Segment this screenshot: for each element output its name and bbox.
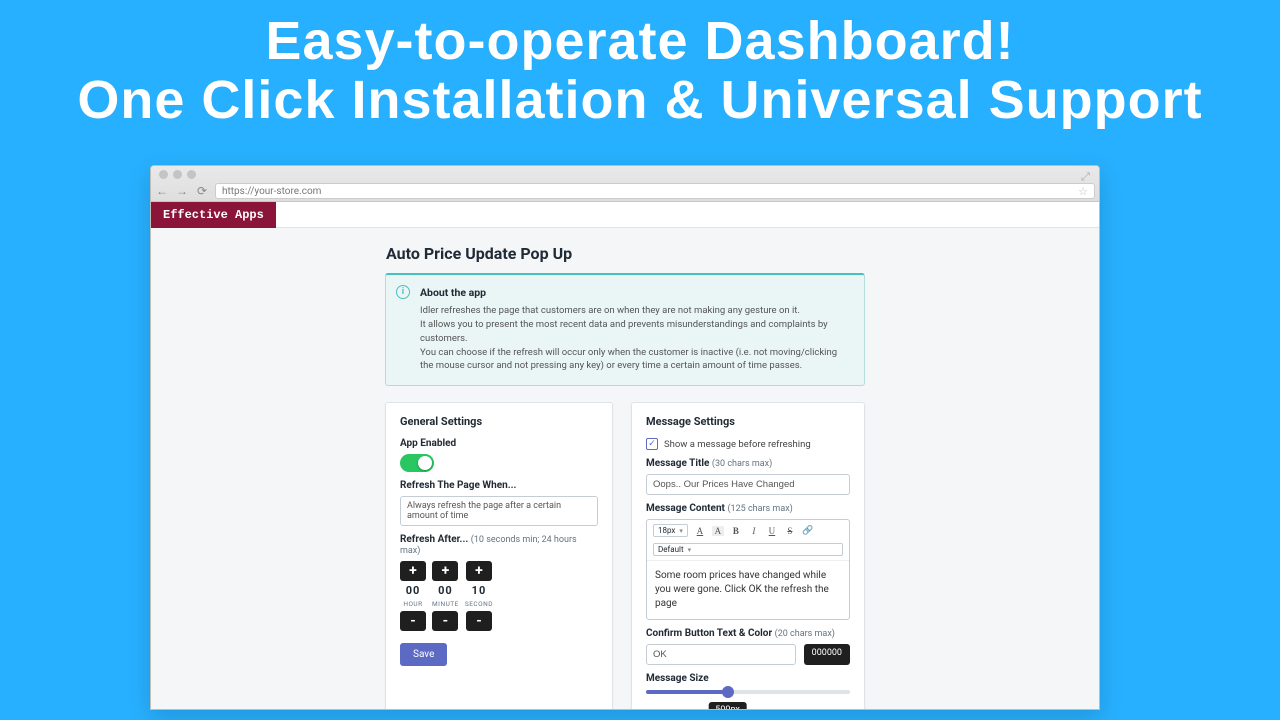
browser-chrome: ⤢ ← → ⟳ https://your-store.com ☆ — [151, 166, 1099, 202]
caret-icon: ▾ — [688, 546, 692, 554]
about-heading: About the app — [420, 285, 852, 300]
hour-unit: HOUR — [403, 600, 422, 608]
link-icon[interactable]: 🔗 — [802, 525, 814, 536]
confirm-label: Confirm Button Text & Color (20 chars ma… — [646, 628, 850, 639]
bookmark-star-icon[interactable]: ☆ — [1078, 185, 1088, 198]
general-save-button[interactable]: Save — [400, 643, 447, 666]
minute-value: 00 — [438, 584, 453, 597]
hero-line-1: Easy-to-operate Dashboard! — [0, 12, 1280, 71]
second-value: 10 — [472, 584, 487, 597]
time-picker: + 00 HOUR - + 00 MINUTE - + — [400, 561, 598, 631]
expand-icon[interactable]: ⤢ — [1081, 170, 1093, 182]
minimize-dot[interactable] — [173, 170, 182, 179]
app-topbar: Effective Apps — [151, 202, 1099, 228]
refresh-when-select[interactable]: Always refresh the page after a certain … — [400, 496, 598, 526]
underline-icon[interactable]: U — [766, 526, 778, 536]
about-line-3: You can choose if the refresh will occur… — [420, 346, 852, 374]
minute-plus-button[interactable]: + — [432, 561, 458, 581]
message-size-slider[interactable]: 500px — [646, 690, 850, 694]
hour-plus-button[interactable]: + — [400, 561, 426, 581]
slider-tooltip: 500px — [708, 702, 747, 709]
editor-toolbar: 18px▾ A A B I U S 🔗 Default▾ — [647, 520, 849, 561]
second-unit: SECOND — [465, 600, 493, 608]
message-title-input[interactable] — [646, 474, 850, 495]
font-family-select[interactable]: Default▾ — [653, 543, 843, 556]
minute-unit: MINUTE — [432, 600, 459, 608]
forward-icon[interactable]: → — [175, 184, 189, 198]
hero-line-2: One Click Installation & Universal Suppo… — [0, 71, 1280, 130]
refresh-when-label: Refresh The Page When... — [400, 480, 598, 491]
refresh-after-label: Refresh After... (10 seconds min; 24 hou… — [400, 534, 598, 556]
page-viewport: Effective Apps Auto Price Update Pop Up … — [151, 202, 1099, 709]
window-controls[interactable] — [159, 170, 196, 179]
slider-thumb[interactable] — [722, 686, 734, 698]
font-color-icon[interactable]: A — [694, 526, 706, 536]
rich-text-editor: 18px▾ A A B I U S 🔗 Default▾ S — [646, 519, 850, 620]
general-heading: General Settings — [400, 415, 598, 428]
brand-chip: Effective Apps — [151, 202, 276, 228]
toggle-knob — [418, 456, 432, 470]
hero-banner: Easy-to-operate Dashboard! One Click Ins… — [0, 0, 1280, 131]
address-url: https://your-store.com — [222, 185, 321, 198]
checkbox-icon: ✓ — [646, 438, 658, 450]
message-content-label: Message Content (125 chars max) — [646, 503, 850, 514]
app-enabled-toggle[interactable] — [400, 454, 434, 472]
hour-value: 00 — [406, 584, 421, 597]
message-size-label: Message Size — [646, 673, 850, 684]
about-banner: i About the app Idler refreshes the page… — [385, 273, 865, 386]
font-size-select[interactable]: 18px▾ — [653, 524, 688, 537]
editor-body[interactable]: Some room prices have changed while you … — [647, 561, 849, 619]
minute-minus-button[interactable]: - — [432, 611, 458, 631]
address-bar[interactable]: https://your-store.com ☆ — [215, 183, 1095, 199]
message-title-label: Message Title (30 chars max) — [646, 458, 850, 469]
hour-minus-button[interactable]: - — [400, 611, 426, 631]
strike-icon[interactable]: S — [784, 526, 796, 536]
confirm-text-input[interactable] — [646, 644, 796, 665]
second-minus-button[interactable]: - — [466, 611, 492, 631]
page-title: Auto Price Update Pop Up — [386, 244, 1099, 263]
close-dot[interactable] — [159, 170, 168, 179]
back-icon[interactable]: ← — [155, 184, 169, 198]
italic-icon[interactable]: I — [748, 526, 760, 536]
app-enabled-label: App Enabled — [400, 438, 598, 449]
about-line-1: Idler refreshes the page that customers … — [420, 304, 852, 318]
highlight-icon[interactable]: A — [712, 526, 724, 536]
show-message-label: Show a message before refreshing — [664, 439, 811, 450]
second-plus-button[interactable]: + — [466, 561, 492, 581]
about-line-2: It allows you to present the most recent… — [420, 318, 852, 346]
reload-icon[interactable]: ⟳ — [195, 184, 209, 198]
message-heading: Message Settings — [646, 415, 850, 428]
browser-nav: ← → ⟳ https://your-store.com ☆ — [155, 182, 1095, 200]
general-settings-card: General Settings App Enabled Refresh The… — [385, 402, 613, 709]
page-content: Auto Price Update Pop Up i About the app… — [151, 228, 1099, 709]
message-settings-card: Message Settings ✓ Show a message before… — [631, 402, 865, 709]
confirm-color-button[interactable]: 000000 — [804, 644, 850, 665]
caret-icon: ▾ — [679, 527, 683, 535]
browser-window: ⤢ ← → ⟳ https://your-store.com ☆ Effecti… — [150, 165, 1100, 710]
info-icon: i — [396, 285, 410, 299]
zoom-dot[interactable] — [187, 170, 196, 179]
bold-icon[interactable]: B — [730, 526, 742, 536]
show-message-checkbox[interactable]: ✓ Show a message before refreshing — [646, 438, 850, 450]
